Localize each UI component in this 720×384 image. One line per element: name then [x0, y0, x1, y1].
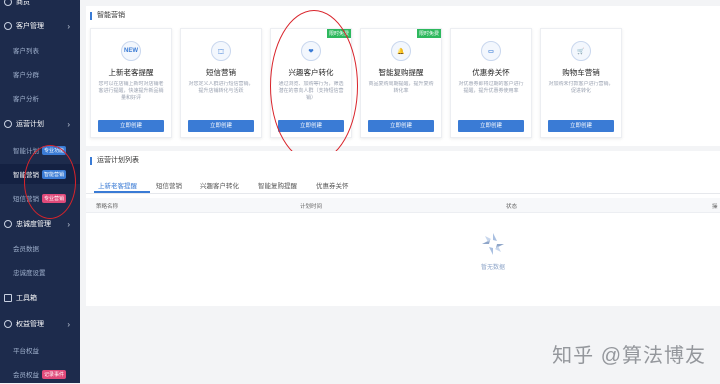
new-icon: NEW [121, 41, 141, 61]
sidebar-item-customer-analysis[interactable]: 客户分析 [0, 88, 80, 108]
card-title: 兴趣客户转化 [288, 68, 334, 77]
empty-state-text: 暂无数据 [480, 265, 505, 271]
tab-coupon-care[interactable]: 优惠券关怀 [316, 180, 349, 190]
sidebar-item-smart-marketing[interactable]: 智能营销 智能营销 [0, 164, 80, 184]
create-button[interactable]: 立即创建 [278, 120, 344, 132]
clock-icon [4, 120, 12, 128]
sidebar-group-loyalty[interactable]: 忠诚度管理 › [0, 214, 80, 234]
empty-data-icon [482, 233, 504, 255]
card-description: 对加购未付款客户进行营销，促进转化 [548, 81, 614, 94]
coupon-icon: ▭ [481, 41, 501, 61]
sidebar-item-home[interactable]: 商员 [0, 0, 80, 12]
main-content: 智能营销 NEW 上新老客提醒 您可以在店铺上新时对店铺老客进行提醒，快速提升新… [80, 0, 720, 383]
create-button[interactable]: 立即创建 [458, 120, 524, 132]
bell-icon: 🔔 [391, 41, 411, 61]
sidebar-item-sms-marketing[interactable]: 短信营销 专业营销 [0, 188, 80, 208]
tab-interest-conversion[interactable]: 兴趣客户转化 [200, 180, 239, 190]
sidebar-item-customer-segment[interactable]: 客户分群 [0, 64, 80, 84]
sidebar-group-label: 运营计划 [16, 121, 44, 128]
create-button[interactable]: 立即创建 [188, 120, 254, 132]
plan-tabs: 上新老客提醒 短信营销 兴趣客户转化 智能复购提醒 优惠券关怀 [86, 177, 720, 194]
chevron-right-icon: › [67, 219, 70, 229]
empty-state: 暂无数据 [480, 231, 506, 271]
smart-marketing-panel: 智能营销 NEW 上新老客提醒 您可以在店铺上新时对店铺老客进行提醒，快速提升新… [86, 6, 720, 146]
home-icon [4, 0, 12, 6]
heart-icon: ❤ [301, 41, 321, 61]
sidebar-item-smart-plan[interactable]: 智能计划 专业功能 [0, 140, 80, 160]
sidebar: 商员 客户管理 › 客户列表 客户分群 客户分析 运营计划 › 智能计划 专业功… [0, 0, 80, 383]
section-title: 运营计划列表 [90, 157, 139, 165]
card-sms-marketing: ⬚ 短信营销 对您定义人群进行短信营销，提升店铺转化与活跃 立即创建 [180, 28, 262, 138]
watermark: 知乎 @算法博友 [552, 345, 706, 367]
sidebar-group-label: 客户管理 [16, 23, 44, 30]
create-button[interactable]: 立即创建 [98, 120, 164, 132]
tab-smart-repurchase[interactable]: 智能复购提醒 [258, 180, 297, 190]
feature-badge: 智能营销 [42, 169, 67, 179]
sidebar-group-customers[interactable]: 客户管理 › [0, 16, 80, 36]
card-smart-repurchase: 限时免费 🔔 智能复购提醒 商品复购周期提醒，提升复购转化率 立即创建 [360, 28, 442, 138]
toolbox-icon [4, 294, 12, 302]
sidebar-group-benefits[interactable]: 权益管理 › [0, 314, 80, 334]
sidebar-group-label: 工具箱 [16, 295, 37, 302]
card-description: 商品复购周期提醒，提升复购转化率 [368, 81, 434, 94]
card-cart-marketing: 🛒 购物车营销 对加购未付款客户进行营销，促进转化 立即创建 [540, 28, 622, 138]
column-header: 状态 [506, 204, 518, 210]
column-header: 计划时间 [300, 204, 323, 210]
tab-sms-marketing[interactable]: 短信营销 [156, 180, 182, 190]
diamond-icon [4, 220, 12, 228]
column-header: 操 [712, 204, 718, 210]
card-title: 优惠券关怀 [472, 68, 510, 77]
limited-free-badge: 限时免费 [326, 29, 351, 38]
user-icon [4, 22, 12, 30]
operation-plan-list-panel: 运营计划列表 上新老客提醒 短信营销 兴趣客户转化 智能复购提醒 优惠券关怀 策… [86, 151, 720, 306]
create-button[interactable]: 立即创建 [368, 120, 434, 132]
sidebar-item-loyalty-settings[interactable]: 忠诚度设置 [0, 262, 80, 282]
column-header: 策略名称 [96, 204, 119, 210]
card-description: 对优惠券即将过期的客户进行提醒，提升优惠券使用率 [458, 81, 524, 94]
card-description: 您可以在店铺上新时对店铺老客进行提醒，快速提升新品销量和好评 [98, 81, 164, 101]
card-title: 短信营销 [206, 68, 236, 77]
chevron-right-icon: › [67, 21, 70, 31]
sidebar-item-member-data[interactable]: 会员数据 [0, 238, 80, 258]
card-title: 购物车营销 [562, 68, 600, 77]
feature-badge: 专业营销 [42, 193, 67, 203]
gift-icon: ⬚ [211, 41, 231, 61]
card-description: 通过浏览、加购等行为，筛选潜在的意向人群（支持短信营销） [278, 81, 344, 101]
sidebar-group-toolbox[interactable]: 工具箱 [0, 288, 80, 308]
sidebar-group-operations[interactable]: 运营计划 › [0, 114, 80, 134]
card-description: 对您定义人群进行短信营销，提升店铺转化与活跃 [188, 81, 254, 94]
chevron-right-icon: › [67, 319, 70, 329]
card-title: 上新老客提醒 [108, 68, 154, 77]
tab-new-arrival-reminder[interactable]: 上新老客提醒 [98, 180, 137, 190]
feature-badge: 记录事件 [42, 369, 67, 379]
card-new-arrival-reminder: NEW 上新老客提醒 您可以在店铺上新时对店铺老客进行提醒，快速提升新品销量和好… [90, 28, 172, 138]
create-button[interactable]: 立即创建 [548, 120, 614, 132]
card-title: 智能复购提醒 [378, 68, 424, 77]
section-title: 智能营销 [90, 12, 125, 20]
table-header: 策略名称 计划时间 状态 操 [86, 198, 720, 213]
feature-badge: 专业功能 [42, 145, 67, 155]
chevron-right-icon: › [67, 119, 70, 129]
sidebar-group-label: 忠诚度管理 [16, 221, 51, 228]
gift-icon [4, 320, 12, 328]
card-interest-conversion: 限时免费 ❤ 兴趣客户转化 通过浏览、加购等行为，筛选潜在的意向人群（支持短信营… [270, 28, 352, 138]
sidebar-item-customer-list[interactable]: 客户列表 [0, 40, 80, 60]
sidebar-item-platform-benefits[interactable]: 平台权益 [0, 340, 80, 360]
limited-free-badge: 限时免费 [416, 29, 441, 38]
sidebar-item-member-benefits[interactable]: 会员权益 记录事件 [0, 364, 80, 384]
card-coupon-care: ▭ 优惠券关怀 对优惠券即将过期的客户进行提醒，提升优惠券使用率 立即创建 [450, 28, 532, 138]
cart-icon: 🛒 [571, 41, 591, 61]
sidebar-group-label: 权益管理 [16, 321, 44, 328]
active-tab-indicator [94, 191, 150, 193]
